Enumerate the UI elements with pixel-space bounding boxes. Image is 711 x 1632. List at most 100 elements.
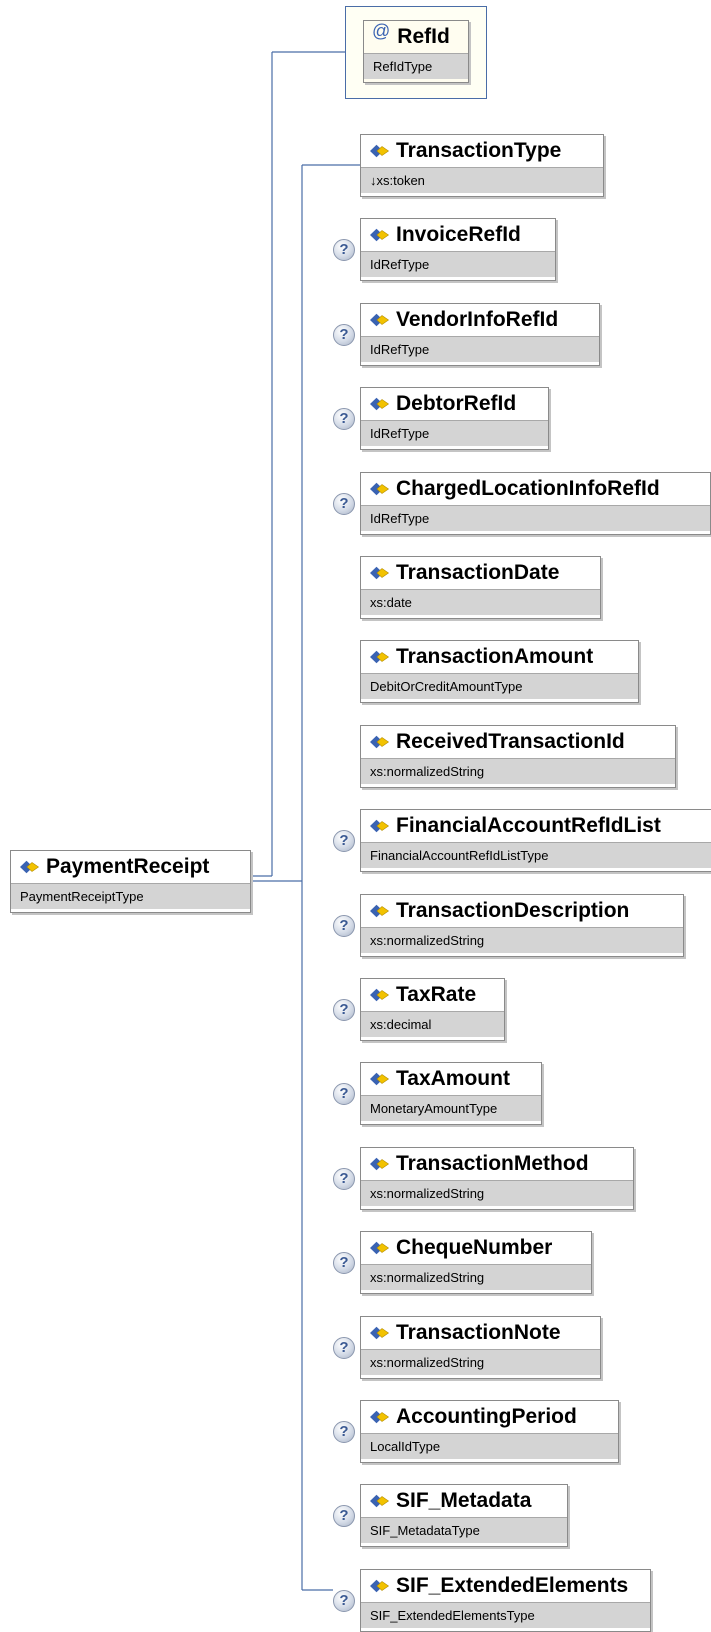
child-element-node[interactable]: AccountingPeriod LocalIdType	[360, 1400, 619, 1463]
child-element-header: SIF_Metadata	[361, 1485, 567, 1517]
optional-question-icon: ?	[333, 1252, 355, 1274]
child-element-node[interactable]: TransactionDescription xs:normalizedStrin…	[360, 894, 684, 957]
child-element-header: TransactionAmount	[361, 641, 638, 673]
child-element-node[interactable]: TransactionMethod xs:normalizedString	[360, 1147, 634, 1210]
child-element-header: VendorInfoRefId	[361, 304, 599, 336]
child-element-name: TransactionType	[396, 139, 562, 162]
child-element-node[interactable]: SIF_ExtendedElements SIF_ExtendedElements…	[360, 1569, 651, 1632]
optional-question-icon: ?	[333, 493, 355, 515]
element-diamond-icon	[370, 144, 390, 158]
element-diamond-icon	[370, 1157, 390, 1171]
optional-question-icon: ?	[333, 1421, 355, 1443]
child-element-header: TransactionDescription	[361, 895, 683, 927]
child-element-type: IdRefType	[361, 420, 548, 446]
child-element-type: xs:date	[361, 589, 600, 615]
child-element-type: xs:normalizedString	[361, 758, 675, 784]
attribute-type: RefIdType	[364, 53, 468, 79]
child-element-header: ChargedLocationInfoRefId	[361, 473, 710, 505]
attribute-at-icon: @	[372, 21, 391, 41]
child-element-node[interactable]: VendorInfoRefId IdRefType	[360, 303, 600, 366]
element-diamond-icon	[370, 1410, 390, 1424]
child-element-type: LocalIdType	[361, 1433, 618, 1459]
child-element-type: IdRefType	[361, 505, 710, 531]
child-element-node[interactable]: SIF_Metadata SIF_MetadataType	[360, 1484, 568, 1547]
child-element-name: AccountingPeriod	[396, 1405, 577, 1428]
element-diamond-icon	[370, 819, 390, 833]
child-element-name: InvoiceRefId	[396, 223, 521, 246]
child-element-name: DebtorRefId	[396, 392, 517, 415]
child-element-node[interactable]: TransactionType ↓xs:token	[360, 134, 604, 197]
child-element-node[interactable]: InvoiceRefId IdRefType	[360, 218, 556, 281]
child-element-node[interactable]: ChequeNumber xs:normalizedString	[360, 1231, 592, 1294]
child-element-header: ReceivedTransactionId	[361, 726, 675, 758]
child-element-header: AccountingPeriod	[361, 1401, 618, 1433]
element-diamond-icon	[20, 860, 40, 874]
child-element-node[interactable]: TaxRate xs:decimal	[360, 978, 505, 1041]
child-element-type: IdRefType	[361, 251, 555, 277]
element-diamond-icon	[370, 1494, 390, 1508]
child-element-header: ChequeNumber	[361, 1232, 591, 1264]
child-element-header: TransactionDate	[361, 557, 600, 589]
attribute-group-box: @ RefId RefIdType	[345, 6, 487, 99]
root-element-node[interactable]: PaymentReceipt PaymentReceiptType	[10, 850, 251, 913]
child-element-node[interactable]: ChargedLocationInfoRefId IdRefType	[360, 472, 711, 535]
element-diamond-icon	[370, 904, 390, 918]
element-diamond-icon	[370, 1241, 390, 1255]
optional-question-icon: ?	[333, 1505, 355, 1527]
child-element-node[interactable]: ReceivedTransactionId xs:normalizedString	[360, 725, 676, 788]
child-element-name: SIF_Metadata	[396, 1489, 532, 1512]
child-element-name: TransactionAmount	[396, 645, 594, 668]
root-element-type: PaymentReceiptType	[11, 883, 250, 909]
optional-question-icon: ?	[333, 830, 355, 852]
child-element-header: FinancialAccountRefIdList	[361, 810, 711, 842]
child-element-header: TransactionMethod	[361, 1148, 633, 1180]
child-element-type: xs:normalizedString	[361, 1264, 591, 1290]
child-element-name: TaxRate	[396, 983, 477, 1006]
child-element-name: ChequeNumber	[396, 1236, 553, 1259]
optional-question-icon: ?	[333, 915, 355, 937]
child-element-name: ReceivedTransactionId	[396, 730, 625, 753]
child-element-name: FinancialAccountRefIdList	[396, 814, 661, 837]
child-element-name: TransactionDate	[396, 561, 560, 584]
child-element-name: TransactionMethod	[396, 1152, 589, 1175]
child-element-type: IdRefType	[361, 336, 599, 362]
attribute-node[interactable]: @ RefId RefIdType	[363, 20, 469, 83]
attribute-name: RefId	[397, 25, 450, 48]
child-element-node[interactable]: TaxAmount MonetaryAmountType	[360, 1062, 542, 1125]
optional-question-icon: ?	[333, 408, 355, 430]
child-element-node[interactable]: TransactionDate xs:date	[360, 556, 601, 619]
child-element-type: xs:normalizedString	[361, 1180, 633, 1206]
child-element-node[interactable]: FinancialAccountRefIdList FinancialAccoun…	[360, 809, 711, 872]
child-element-type: xs:normalizedString	[361, 927, 683, 953]
optional-question-icon: ?	[333, 239, 355, 261]
element-diamond-icon	[370, 650, 390, 664]
child-element-type: SIF_ExtendedElementsType	[361, 1602, 650, 1628]
child-element-header: TaxRate	[361, 979, 504, 1011]
child-element-node[interactable]: DebtorRefId IdRefType	[360, 387, 549, 450]
root-element-name: PaymentReceipt	[46, 855, 210, 878]
child-element-type: MonetaryAmountType	[361, 1095, 541, 1121]
optional-question-icon: ?	[333, 324, 355, 346]
element-diamond-icon	[370, 735, 390, 749]
child-element-type: SIF_MetadataType	[361, 1517, 567, 1543]
child-element-type: xs:decimal	[361, 1011, 504, 1037]
optional-question-icon: ?	[333, 1083, 355, 1105]
child-element-type: FinancialAccountRefIdListType	[361, 842, 711, 868]
child-element-node[interactable]: TransactionAmount DebitOrCreditAmountType	[360, 640, 639, 703]
child-element-type: ↓xs:token	[361, 167, 603, 193]
attribute-header: @ RefId	[364, 21, 468, 53]
element-diamond-icon	[370, 566, 390, 580]
optional-question-icon: ?	[333, 1590, 355, 1612]
element-diamond-icon	[370, 1579, 390, 1593]
child-element-name: SIF_ExtendedElements	[396, 1574, 629, 1597]
child-element-node[interactable]: TransactionNote xs:normalizedString	[360, 1316, 601, 1379]
child-element-header: InvoiceRefId	[361, 219, 555, 251]
child-element-type: DebitOrCreditAmountType	[361, 673, 638, 699]
child-element-header: TaxAmount	[361, 1063, 541, 1095]
element-diamond-icon	[370, 397, 390, 411]
element-diamond-icon	[370, 228, 390, 242]
child-element-name: TransactionNote	[396, 1321, 561, 1344]
child-element-name: TaxAmount	[396, 1067, 510, 1090]
child-element-name: TransactionDescription	[396, 899, 630, 922]
child-element-header: SIF_ExtendedElements	[361, 1570, 650, 1602]
